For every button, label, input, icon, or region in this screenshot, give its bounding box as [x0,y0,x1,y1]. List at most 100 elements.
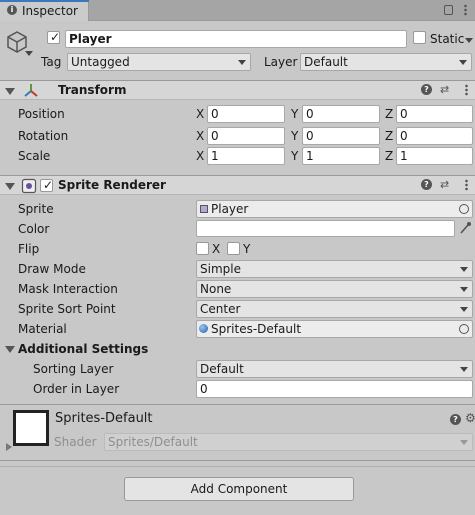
scale-label: Scale [18,149,51,163]
scale-y-field[interactable]: 1 [302,147,380,165]
fold-arrow-icon[interactable] [5,183,15,190]
axis-z-label: Z [385,107,394,121]
axis-y-label: Y [291,129,299,143]
position-z-field[interactable]: 0 [396,105,473,123]
add-component-button[interactable]: Add Component [124,477,354,501]
chevron-down-icon [460,367,468,372]
axis-x-label: X [196,129,205,143]
static-dropdown-icon[interactable] [465,38,473,43]
sprite-renderer-enabled-checkbox[interactable]: ✓ [40,179,53,192]
chevron-down-icon [460,440,468,445]
tag-dropdown[interactable]: Untagged [67,53,251,71]
mask-interaction-value: None [200,282,232,296]
layer-value: Default [304,55,348,69]
fold-arrow-icon[interactable] [5,88,15,95]
axis-z-label: Z [385,149,394,163]
section-divider [0,460,475,461]
help-icon[interactable]: ? [450,414,461,425]
position-x-field[interactable]: 0 [207,105,285,123]
component-menu-icon[interactable] [465,179,468,191]
scale-z-field[interactable]: 1 [396,147,473,165]
axis-z-label: Z [385,129,394,143]
add-component-label: Add Component [190,482,288,496]
lock-icon[interactable] [444,5,453,15]
static-label: Static [430,32,465,46]
draw-mode-dropdown[interactable]: Simple [196,260,473,278]
presets-icon[interactable]: ⇄ [440,84,449,95]
flip-x-checkbox[interactable] [196,242,209,255]
eyedropper-icon[interactable] [459,221,472,235]
mask-interaction-dropdown[interactable]: None [196,280,473,298]
material-name: Sprites-Default [55,411,153,426]
static-checkbox[interactable] [413,31,426,44]
rotation-label: Rotation [18,129,69,143]
sprite-sort-point-dropdown[interactable]: Center [196,300,473,318]
tab-menu-icon[interactable] [464,4,467,16]
gear-icon[interactable]: ⚙ [465,412,475,424]
chevron-down-icon [460,267,468,272]
gameobject-name-field[interactable]: Player [65,30,407,48]
shader-value: Sprites/Default [108,435,198,449]
sprite-sort-point-value: Center [200,302,241,316]
sprite-label: Sprite [18,202,54,216]
sorting-layer-label: Sorting Layer [33,362,114,376]
rotation-y-field[interactable]: 0 [302,127,380,145]
material-label: Material [18,322,67,336]
material-object-field[interactable]: Sprites-Default [196,320,473,338]
sorting-layer-value: Default [200,362,244,376]
shader-dropdown[interactable]: Sprites/Default [104,433,473,451]
section-divider [0,466,475,467]
flip-y-label: Y [243,242,251,256]
transform-title: Transform [58,83,127,97]
sprite-sort-point-label: Sprite Sort Point [18,302,116,316]
material-value: Sprites-Default [211,322,302,336]
axis-x-label: X [196,107,205,121]
section-divider [0,404,475,405]
help-icon[interactable]: ? [421,179,432,190]
additional-settings-fold-icon[interactable] [5,346,15,353]
layer-label: Layer [264,55,298,69]
flip-label: Flip [18,242,40,256]
sprite-value: Player [211,202,249,216]
material-fold-icon[interactable] [6,443,12,451]
axis-x-label: X [196,149,205,163]
tab-active-indicator [0,0,89,2]
component-menu-icon[interactable] [465,84,468,96]
draw-mode-value: Simple [200,262,241,276]
presets-icon[interactable]: ⇄ [440,179,449,190]
tab-title: Inspector [22,4,78,18]
scale-x-field[interactable]: 1 [207,147,285,165]
color-swatch[interactable] [196,220,455,237]
sprite-object-field[interactable]: Player [196,200,473,218]
axis-y-label: Y [291,149,299,163]
shader-label: Shader [54,435,97,449]
rotation-z-field[interactable]: 0 [396,127,473,145]
sprite-renderer-icon [21,178,37,194]
axis-y-label: Y [291,107,299,121]
object-picker-icon[interactable] [459,204,469,214]
object-picker-icon[interactable] [459,324,469,334]
sprite-thumb-icon [200,205,208,213]
help-icon[interactable]: ? [421,84,432,95]
chevron-down-icon [459,60,467,65]
gameobject-icon-dropdown[interactable] [25,51,33,56]
additional-settings-label[interactable]: Additional Settings [18,342,148,356]
rotation-x-field[interactable]: 0 [207,127,285,145]
chevron-down-icon [460,287,468,292]
gameobject-active-checkbox[interactable]: ✓ [47,31,60,44]
layer-dropdown[interactable]: Default [300,53,472,71]
draw-mode-label: Draw Mode [18,262,86,276]
info-icon: i [7,5,17,15]
order-in-layer-field[interactable]: 0 [196,380,473,398]
flip-x-label: X [212,242,221,256]
mask-interaction-label: Mask Interaction [18,282,118,296]
check-icon: ✓ [50,30,61,44]
transform-icon [24,84,38,97]
position-label: Position [18,107,65,121]
sorting-layer-dropdown[interactable]: Default [196,360,473,378]
flip-y-checkbox[interactable] [227,242,240,255]
position-y-field[interactable]: 0 [302,105,380,123]
tag-value: Untagged [71,55,130,69]
chevron-down-icon [238,60,246,65]
tag-label: Tag [41,55,62,69]
